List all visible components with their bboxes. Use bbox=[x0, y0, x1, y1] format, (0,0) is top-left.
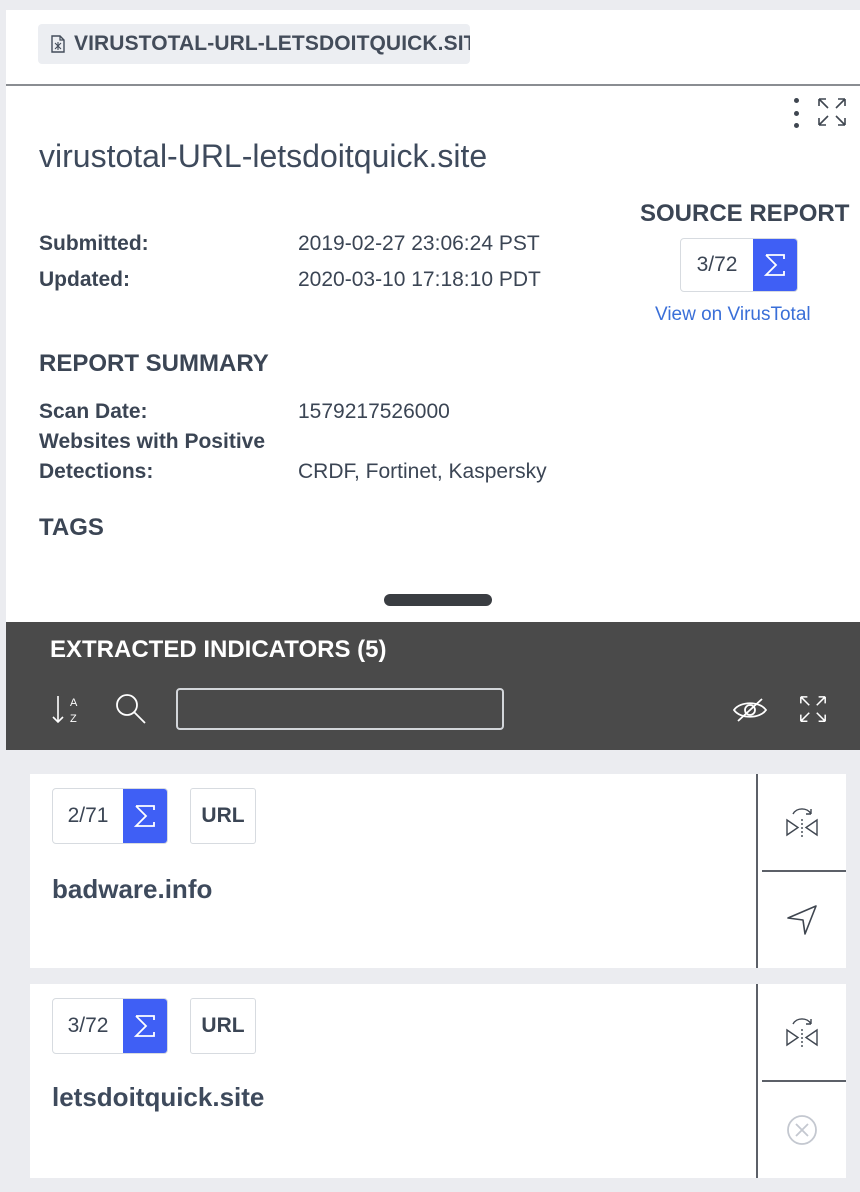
indicator-score: 2/71 bbox=[67, 804, 109, 827]
updated-label: Updated: bbox=[39, 268, 130, 291]
resize-handle[interactable] bbox=[384, 594, 492, 606]
submitted-value: 2019-02-27 23:06:24 PST bbox=[298, 232, 540, 255]
navigate-icon[interactable] bbox=[758, 872, 846, 968]
positives-label-line1: Websites with Positive bbox=[39, 430, 266, 453]
report-title: virustotal-URL-letsdoitquick.site bbox=[39, 138, 488, 174]
scan-date-label: Scan Date: bbox=[39, 400, 148, 423]
close-circle-icon[interactable] bbox=[758, 1082, 846, 1178]
pivot-icon[interactable] bbox=[758, 984, 846, 1080]
report-tab[interactable]: VIRUSTOTAL-URL-LETSDOITQUICK.SITE bbox=[38, 24, 470, 64]
document-icon bbox=[50, 35, 66, 53]
indicator-card-main[interactable]: 3/72 URL letsdoitquick.site bbox=[30, 984, 756, 1178]
source-report-title: SOURCE REPORT bbox=[640, 200, 850, 227]
indicator-score-badge: 2/71 bbox=[52, 788, 168, 844]
updated-value: 2020-03-10 17:18:10 PDT bbox=[298, 268, 541, 291]
expand-indicators-icon[interactable] bbox=[798, 694, 828, 729]
search-icon[interactable] bbox=[114, 692, 148, 731]
view-on-virustotal-link[interactable]: View on VirusTotal bbox=[655, 304, 811, 326]
more-options-icon[interactable] bbox=[786, 96, 806, 130]
indicator-score: 3/72 bbox=[67, 1014, 109, 1037]
indicator-actions bbox=[756, 774, 846, 968]
source-score: 3/72 bbox=[696, 253, 738, 276]
indicators-title: EXTRACTED INDICATORS (5) bbox=[50, 636, 387, 663]
hide-icon[interactable] bbox=[732, 696, 768, 729]
indicator-card-main[interactable]: 2/71 URL badware.info bbox=[30, 774, 756, 968]
scan-date-value: 1579217526000 bbox=[298, 400, 450, 423]
report-panel: VIRUSTOTAL-URL-LETSDOITQUICK.SITE virust… bbox=[6, 10, 860, 622]
indicator-card: 2/71 URL badware.info bbox=[30, 774, 846, 968]
indicator-type-badge: URL bbox=[190, 998, 256, 1054]
indicator-type-badge: URL bbox=[190, 788, 256, 844]
report-summary-title: REPORT SUMMARY bbox=[39, 350, 269, 377]
indicator-search-input[interactable] bbox=[176, 688, 504, 730]
svg-text:Z: Z bbox=[70, 713, 77, 725]
tags-title: TAGS bbox=[39, 514, 104, 541]
indicator-actions bbox=[756, 984, 846, 1178]
sigma-icon[interactable] bbox=[753, 239, 797, 291]
expand-icon[interactable] bbox=[816, 96, 848, 128]
indicator-score-badge: 3/72 bbox=[52, 998, 168, 1054]
source-score-badge: 3/72 bbox=[680, 238, 798, 292]
indicator-value: badware.info bbox=[52, 874, 213, 904]
positives-label-line2: Detections: bbox=[39, 460, 154, 483]
positives-value: CRDF, Fortinet, Kaspersky bbox=[298, 460, 547, 483]
submitted-label: Submitted: bbox=[39, 232, 149, 255]
pivot-icon[interactable] bbox=[758, 774, 846, 870]
svg-text:A: A bbox=[70, 697, 78, 709]
sigma-icon[interactable] bbox=[123, 789, 167, 843]
sigma-icon[interactable] bbox=[123, 999, 167, 1053]
sort-az-icon[interactable]: A Z bbox=[50, 692, 84, 731]
indicator-card: 3/72 URL letsdoitquick.site bbox=[30, 984, 846, 1178]
tab-divider bbox=[6, 84, 860, 86]
indicators-header: EXTRACTED INDICATORS (5) A Z bbox=[6, 622, 860, 750]
indicator-value: letsdoitquick.site bbox=[52, 1082, 265, 1112]
tab-label: VIRUSTOTAL-URL-LETSDOITQUICK.SITE bbox=[74, 32, 470, 55]
